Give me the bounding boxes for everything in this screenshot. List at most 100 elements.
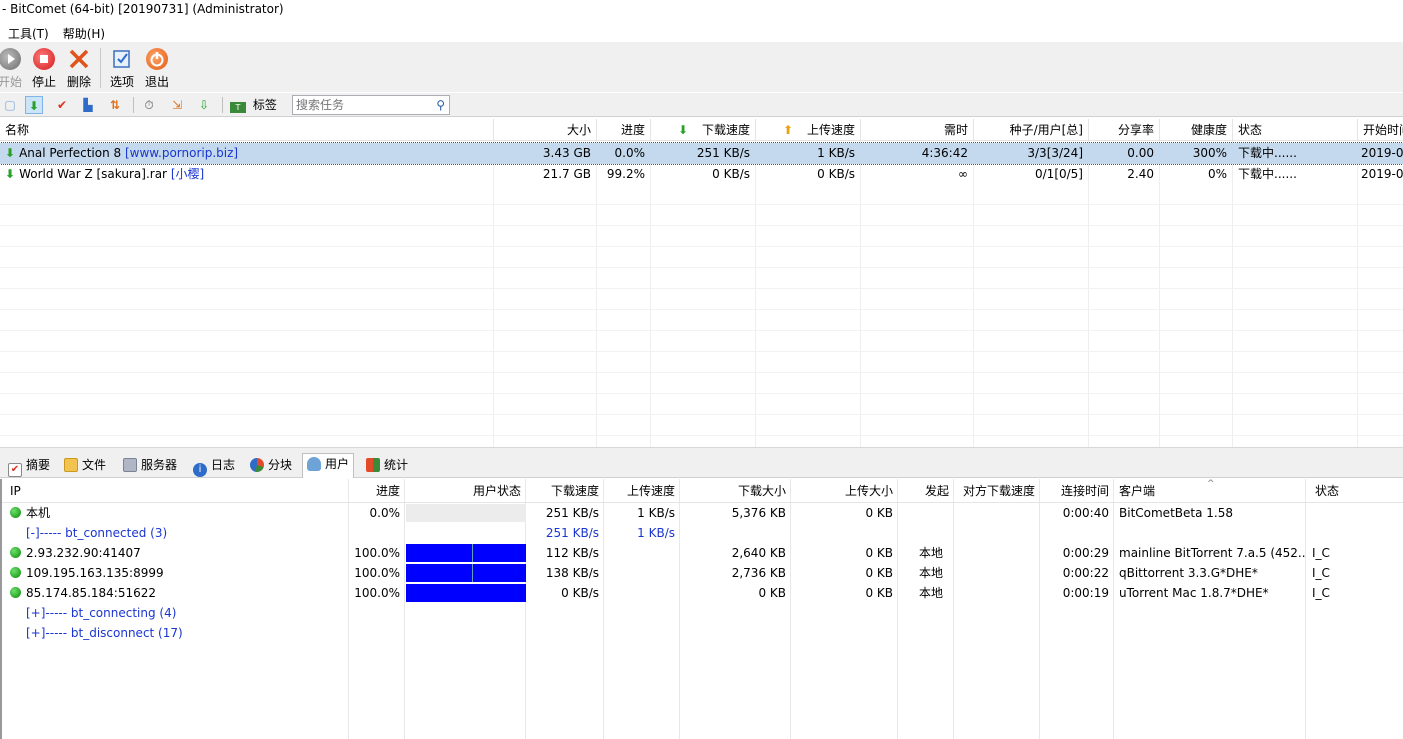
col-peer-state[interactable]: 用户状态	[404, 479, 525, 503]
import-icon[interactable]: ⇲	[168, 96, 186, 114]
col-peer-remote-speed[interactable]: 对方下载速度	[953, 479, 1039, 503]
col-ratio[interactable]: 分享率	[1089, 119, 1160, 141]
peer-group-connected[interactable]: [-]----- bt_connected (3) 251 KB/s 1 KB/…	[2, 523, 1403, 543]
group-label: [+]----- bt_connecting (4)	[26, 606, 177, 620]
tags-button[interactable]: T 标签	[230, 96, 290, 114]
peer-client: BitCometBeta 1.58	[1119, 506, 1233, 520]
col-seeds[interactable]: 种子/用户[总]	[974, 119, 1089, 141]
tab-statistics[interactable]: 统计	[362, 455, 412, 477]
task-row[interactable]: ⬇ Anal Perfection 8 [www.pornorip.biz] 3.…	[0, 142, 1403, 165]
col-peer-state-flags[interactable]: 状态	[1311, 479, 1401, 503]
col-peer-initiated[interactable]: 发起	[897, 479, 953, 503]
secondary-toolbar: ▢ ⬇ ✔ ▙ ⇅ ⏱ ⇲ ⇩ T 标签 ⚲	[0, 93, 1403, 117]
col-download-speed[interactable]: ⬇ 下载速度	[651, 119, 756, 141]
tab-trackers[interactable]: 服务器	[119, 455, 181, 477]
task-seeds: 0/1[0/5]	[1035, 167, 1083, 181]
tab-files[interactable]: 文件	[60, 455, 110, 477]
start-button[interactable]: 开始	[0, 46, 28, 92]
toolbar-separator	[222, 97, 223, 113]
toolbar-separator	[133, 97, 134, 113]
peer-group-connecting[interactable]: [+]----- bt_connecting (4)	[2, 603, 1403, 623]
col-peer-download-size[interactable]: 下载大小	[679, 479, 790, 503]
task-progress: 99.2%	[606, 167, 645, 181]
options-icon	[111, 48, 133, 70]
peer-row-local[interactable]: 本机 0.0% 251 KB/s 1 KB/s 5,376 KB 0 KB 0:…	[2, 503, 1403, 523]
tab-peers[interactable]: 用户	[302, 453, 355, 478]
pie-chart-icon	[250, 458, 264, 472]
task-row[interactable]: ⬇ World War Z [sakura].rar [小樱] 21.7 GB 9…	[0, 164, 1403, 185]
peer-row[interactable]: 2.93.232.90:41407 100.0% 112 KB/s 2,640 …	[2, 543, 1403, 563]
peer-progress: 0.0%	[369, 506, 401, 520]
col-peer-upload-speed[interactable]: 上传速度	[603, 479, 679, 503]
peer-list-header: IP 进度 用户状态 下载速度 上传速度 下载大小 上传大小 发起 对方下载速度…	[2, 479, 1403, 503]
status-dot-icon	[10, 587, 21, 598]
menu-help[interactable]: 帮助(H)	[55, 22, 111, 42]
col-upload-speed[interactable]: ⬆ 上传速度	[756, 119, 861, 141]
search-input[interactable]	[293, 96, 427, 114]
tab-summary-label: 摘要	[26, 458, 51, 472]
server-icon	[123, 458, 137, 472]
completed-filter-icon[interactable]: ✔	[53, 96, 71, 114]
col-peer-client[interactable]: 客户端 ^	[1115, 479, 1305, 503]
menu-tools[interactable]: 工具(T)	[0, 22, 55, 42]
peer-row[interactable]: 85.174.85.184:51622 100.0% 0 KB/s 0 KB 0…	[2, 583, 1403, 603]
delete-button[interactable]: 删除	[61, 46, 97, 92]
col-peer-client-label: 客户端	[1119, 484, 1156, 498]
peer-state-flags: I_C	[1312, 546, 1330, 560]
task-name-cell: ⬇ World War Z [sakura].rar [小樱]	[0, 164, 494, 185]
stop-button[interactable]: 停止	[26, 46, 62, 92]
task-size: 3.43 GB	[542, 146, 591, 160]
col-health[interactable]: 健康度	[1160, 119, 1233, 141]
peer-client: uTorrent Mac 1.8.7*DHE*	[1119, 586, 1269, 600]
col-name[interactable]: 名称	[0, 119, 494, 141]
search-icon[interactable]: ⚲	[436, 98, 445, 112]
delete-label: 删除	[66, 75, 91, 89]
col-progress[interactable]: 进度	[597, 119, 651, 141]
peer-state-flags: I_C	[1312, 566, 1330, 580]
sort-indicator-icon: ^	[1207, 479, 1215, 489]
task-download-speed: 0 KB/s	[712, 167, 750, 181]
peer-client: qBittorrent 3.3.G*DHE*	[1119, 566, 1258, 580]
col-size[interactable]: 大小	[494, 119, 597, 141]
peer-initiated: 本地	[918, 586, 943, 600]
col-start-time[interactable]: 开始时间	[1358, 119, 1403, 141]
downloading-icon: ⬇	[5, 146, 16, 160]
col-eta[interactable]: 需时	[861, 119, 974, 141]
detail-tabs: ✔ 摘要 文件 服务器 i 日志 分块 用户 统计	[0, 453, 1403, 478]
peer-group-disconnect[interactable]: [+]----- bt_disconnect (17)	[2, 623, 1403, 643]
toolbar-separator	[100, 48, 101, 88]
options-button[interactable]: 选项	[104, 46, 140, 92]
all-tasks-icon[interactable]: ▢	[1, 96, 19, 114]
peer-connect-time: 0:00:29	[1062, 546, 1109, 560]
export-icon[interactable]: ⇩	[195, 96, 213, 114]
tab-summary[interactable]: ✔ 摘要	[4, 455, 54, 477]
info-icon: i	[193, 463, 207, 477]
stop-label: 停止	[31, 75, 56, 89]
updown-filter-icon[interactable]: ⇅	[106, 96, 124, 114]
downloading-filter-icon[interactable]: ⬇	[25, 96, 43, 114]
peer-state-bar	[406, 564, 526, 582]
peer-state-fill	[406, 584, 526, 602]
col-peer-upload-size[interactable]: 上传大小	[790, 479, 897, 503]
col-peer-progress[interactable]: 进度	[348, 479, 404, 503]
group-download-speed: 251 KB/s	[545, 526, 599, 540]
col-ip[interactable]: IP	[6, 479, 346, 503]
col-download-speed-label: 下载速度	[701, 123, 750, 137]
col-peer-download-speed[interactable]: 下载速度	[525, 479, 603, 503]
scheduler-icon[interactable]: ⏱	[140, 96, 158, 114]
tab-log-label: 日志	[211, 458, 236, 472]
col-peer-connect-time[interactable]: 连接时间	[1039, 479, 1113, 503]
peer-upload-size: 0 KB	[865, 546, 893, 560]
peer-row[interactable]: 109.195.163.135:8999 100.0% 138 KB/s 2,7…	[2, 563, 1403, 583]
tab-pieces[interactable]: 分块	[246, 455, 296, 477]
peer-progress: 100.0%	[354, 546, 400, 560]
col-status[interactable]: 状态	[1233, 119, 1358, 141]
peer-download-speed: 0 KB/s	[561, 586, 599, 600]
peer-ip-text: 本机	[26, 506, 51, 520]
seeding-filter-icon[interactable]: ▙	[79, 96, 97, 114]
tab-log[interactable]: i 日志	[189, 455, 239, 477]
peer-connect-time: 0:00:19	[1062, 586, 1109, 600]
task-progress: 0.0%	[614, 146, 646, 160]
exit-button[interactable]: 退出	[139, 46, 175, 92]
stop-icon	[33, 48, 55, 70]
